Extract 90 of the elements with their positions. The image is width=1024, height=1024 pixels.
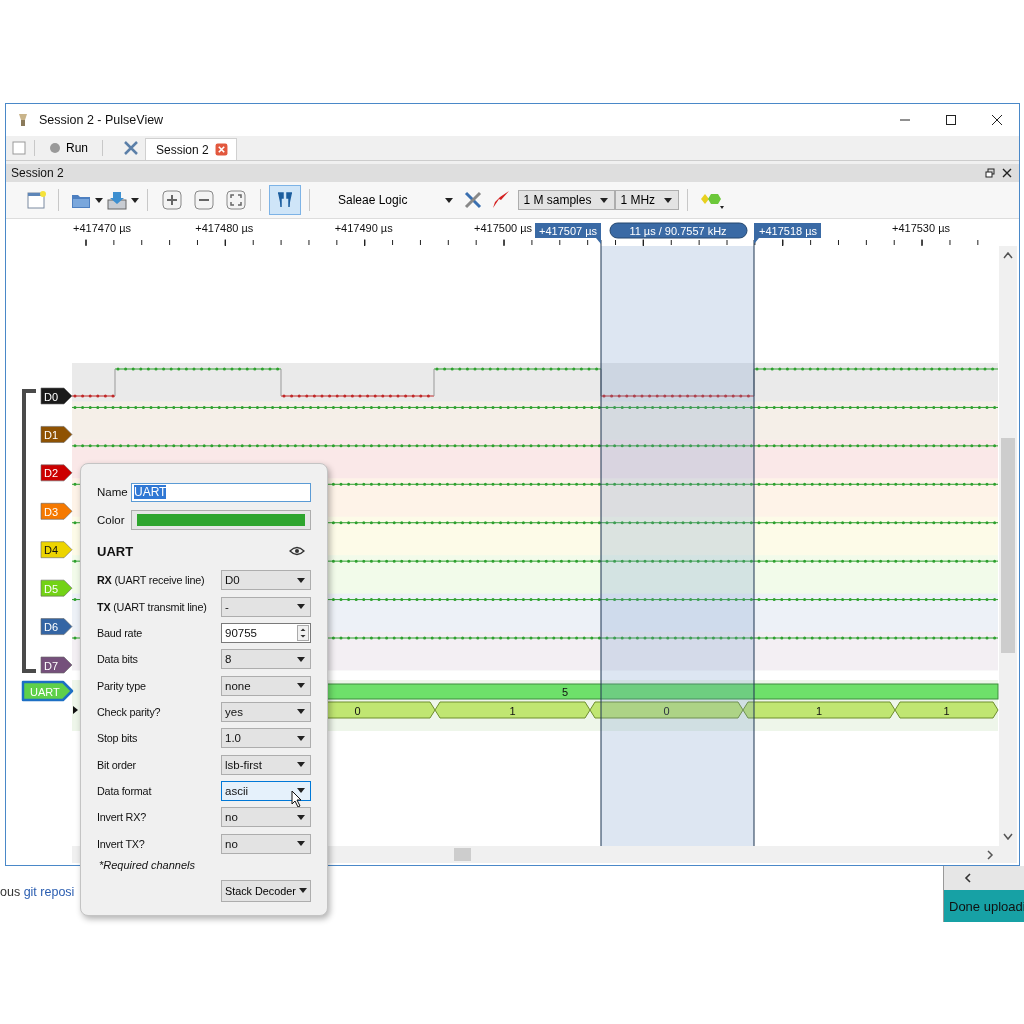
option-dropdown[interactable]: no <box>221 833 311 854</box>
caret-icon <box>297 577 305 583</box>
caret-icon <box>297 788 305 794</box>
bit-annotation: 1 <box>434 701 591 719</box>
caret-icon <box>297 683 305 689</box>
spin-box[interactable]: 90755 <box>221 622 311 643</box>
sample-rate-dropdown[interactable]: 1 MHz <box>615 190 680 210</box>
option-dropdown[interactable]: 1.0 <box>221 728 311 749</box>
caret-icon[interactable] <box>95 197 103 203</box>
option-label: Invert RX? <box>97 811 146 824</box>
decoder-title: UART <box>97 543 134 559</box>
bit-annotation: 0 <box>589 701 744 719</box>
cursor-icon <box>275 190 295 210</box>
option-dropdown[interactable]: yes <box>221 701 311 722</box>
close-icon[interactable] <box>991 114 1003 126</box>
field-label: Name <box>97 486 128 498</box>
caret-icon <box>297 814 305 820</box>
zoom-out-icon[interactable] <box>194 190 214 210</box>
selected-range[interactable] <box>601 246 754 846</box>
caret-icon <box>297 656 305 662</box>
device-dropdown[interactable]: Saleae Logic <box>318 193 460 207</box>
app-icon <box>16 112 30 128</box>
bit-annotation: 1 <box>894 701 999 719</box>
sample-count-dropdown[interactable]: 1 M samples <box>518 190 616 210</box>
option-label: Data format <box>97 784 152 797</box>
cursor-flag[interactable]: +417507 µs <box>535 223 601 244</box>
option-label: Baud rate <box>97 626 143 639</box>
caret-icon <box>297 604 305 609</box>
scroll-left-icon[interactable] <box>964 873 972 883</box>
option-dropdown[interactable]: D0 <box>221 570 311 591</box>
tools-icon[interactable] <box>123 140 139 156</box>
eye-icon[interactable] <box>289 546 305 556</box>
option-label: RX (UART receive line) <box>97 574 205 587</box>
option-label: TX (UART transmit line) <box>97 600 207 613</box>
bit-annotation: 1 <box>742 701 896 719</box>
caret-icon <box>297 762 305 768</box>
name-field[interactable]: UART <box>131 482 311 502</box>
status-dot-icon <box>49 142 61 154</box>
time-label: +417530 µs <box>892 222 950 234</box>
session-tab[interactable]: Session 2 <box>145 138 237 160</box>
background-text: ous git reposi <box>0 885 75 899</box>
option-dropdown[interactable]: - <box>221 596 311 617</box>
window-title: Session 2 - PulseView <box>39 113 164 127</box>
color-picker-button[interactable] <box>131 510 311 530</box>
caret-icon <box>299 888 307 894</box>
close-icon[interactable] <box>1002 168 1012 178</box>
option-label: Bit order <box>97 758 136 771</box>
option-label: Check parity? <box>97 705 161 718</box>
time-label: +417500 µs <box>474 222 532 234</box>
caret-icon <box>664 197 673 203</box>
note-text: *Required channels <box>99 858 196 873</box>
restore-icon[interactable] <box>985 168 995 178</box>
option-dropdown[interactable]: no <box>221 807 311 828</box>
dock-title: Session 2 <box>11 166 64 180</box>
stack-decoder-button[interactable]: Stack Decoder <box>221 879 311 902</box>
caret-icon <box>297 735 305 741</box>
cursor-toggle-button[interactable] <box>269 185 301 215</box>
zoom-fit-icon[interactable] <box>226 190 246 210</box>
option-dropdown[interactable]: 8 <box>221 649 311 670</box>
vertical-scrollbar[interactable] <box>999 246 1017 846</box>
caret-icon[interactable] <box>131 197 139 203</box>
caret-icon <box>600 197 609 203</box>
expand-arrow-icon[interactable] <box>73 706 78 714</box>
scrollbar[interactable] <box>944 866 1024 890</box>
time-label: +417480 µs <box>195 222 254 234</box>
close-tab-icon[interactable] <box>214 143 228 156</box>
probe-icon[interactable] <box>491 190 512 210</box>
field-label: Color <box>97 514 125 526</box>
status-text: Done uploadi <box>949 898 1024 914</box>
mouse-pointer-icon <box>291 789 303 808</box>
cursor-flag[interactable]: +417518 µs <box>754 223 821 244</box>
option-label: Data bits <box>97 653 138 666</box>
tools-icon[interactable] <box>463 190 484 210</box>
spin-arrows-icon[interactable] <box>297 624 309 641</box>
caret-icon <box>445 197 454 203</box>
measurement-label[interactable]: 11 µs / 90.7557 kHz <box>609 222 748 239</box>
new-session-icon[interactable] <box>26 190 46 210</box>
maximize-icon[interactable] <box>945 114 957 126</box>
option-dropdown[interactable]: none <box>221 675 311 696</box>
ruler-ticks[interactable] <box>85 238 979 247</box>
time-label: +417470 µs <box>73 222 132 234</box>
option-label: Invert TX? <box>97 837 145 850</box>
time-label: +417490 µs <box>334 222 393 234</box>
option-dropdown[interactable]: ascii <box>221 780 311 801</box>
link[interactable]: git reposi <box>23 885 75 899</box>
caret-icon <box>297 709 305 715</box>
zoom-in-icon[interactable] <box>162 190 182 210</box>
option-label: Stop bits <box>97 732 138 745</box>
run-button[interactable]: Run <box>43 136 94 160</box>
option-dropdown[interactable]: lsb-first <box>221 754 311 775</box>
